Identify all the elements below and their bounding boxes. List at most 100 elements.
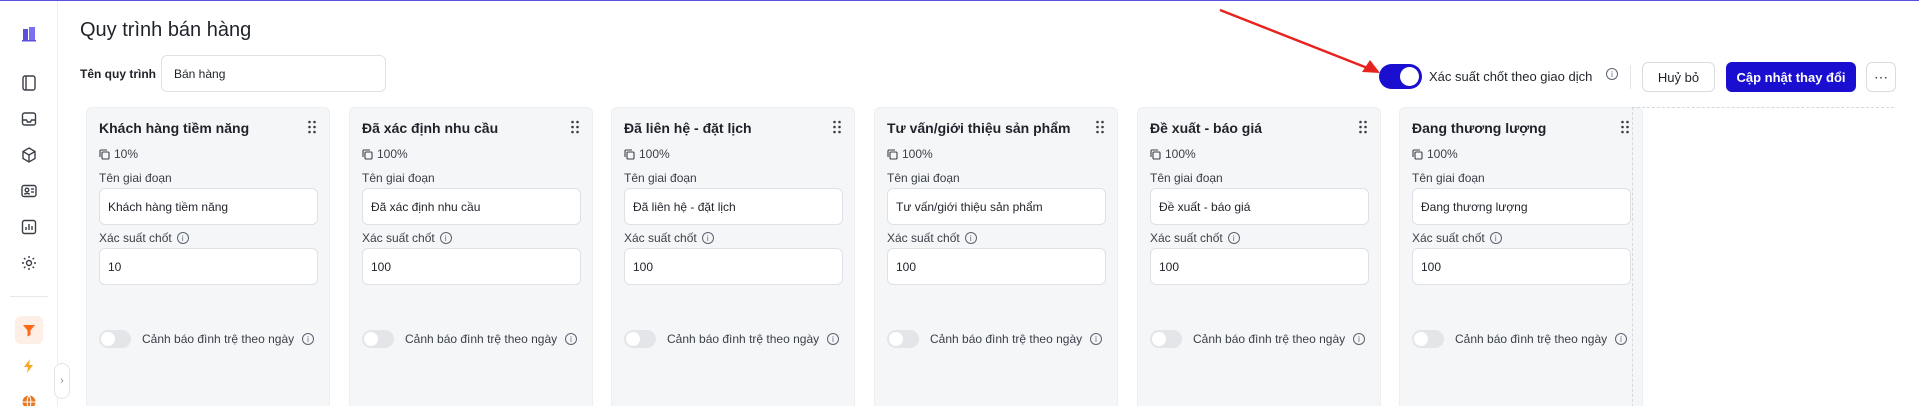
- info-icon[interactable]: i: [827, 333, 839, 345]
- stagnation-warning-toggle[interactable]: [1150, 330, 1182, 348]
- copy-icon: [99, 148, 110, 160]
- stage-name-label: Tên giai đoạn: [1412, 171, 1485, 185]
- stage-percent-value: 100%: [377, 147, 408, 161]
- stage-title: Đề xuất - báo giá: [1150, 120, 1263, 136]
- info-icon[interactable]: i: [302, 333, 314, 345]
- stage-percent: 100%: [887, 147, 933, 161]
- stagnation-warning-toggle[interactable]: [887, 330, 919, 348]
- sidebar-expand-button[interactable]: ›: [54, 363, 70, 399]
- copy-icon: [1412, 148, 1423, 160]
- stage-probability-input[interactable]: 10: [99, 248, 318, 285]
- sidebar-divider: [10, 296, 48, 297]
- stagnation-warning-toggle[interactable]: [362, 330, 394, 348]
- info-icon[interactable]: i: [439, 232, 452, 244]
- header-divider: [1630, 65, 1631, 89]
- copy-icon: [624, 148, 635, 160]
- drag-handle-icon[interactable]: [570, 120, 580, 134]
- stage-title: Đã xác định nhu cầu: [362, 120, 499, 136]
- info-icon[interactable]: i: [1489, 232, 1502, 244]
- info-icon[interactable]: i: [176, 232, 189, 244]
- process-name-input[interactable]: Bán hàng: [161, 55, 386, 92]
- stage-percent-value: 100%: [639, 147, 670, 161]
- stage-percent: 100%: [1150, 147, 1196, 161]
- stage-percent: 100%: [1412, 147, 1458, 161]
- info-icon[interactable]: i: [1615, 333, 1627, 345]
- stage-name-input[interactable]: Đề xuất - báo giá: [1150, 188, 1369, 225]
- stage-probability-label: Xác suất chốt i: [1150, 231, 1240, 245]
- stage-probability-input[interactable]: 100: [362, 248, 581, 285]
- stage-percent: 10%: [99, 147, 138, 161]
- book-icon[interactable]: [15, 69, 43, 97]
- stage-probability-input[interactable]: 100: [1412, 248, 1631, 285]
- stage-name-input[interactable]: Đã liên hệ - đặt lịch: [624, 188, 843, 225]
- stage-column: Tư vấn/giới thiệu sản phẩm 100% Tên giai…: [874, 107, 1118, 406]
- probability-by-deal-label: Xác suất chốt theo giao dịch: [1429, 69, 1593, 84]
- probability-by-deal-toggle[interactable]: [1379, 64, 1422, 89]
- stagnation-warning-toggle[interactable]: [624, 330, 656, 348]
- gear-icon[interactable]: [15, 249, 43, 277]
- stage-name-input[interactable]: Đã xác định nhu cầu: [362, 188, 581, 225]
- stage-probability-input[interactable]: 100: [1150, 248, 1369, 285]
- stage-column: Khách hàng tiềm năng 10% Tên giai đoạn K…: [86, 107, 330, 406]
- stage-name-label: Tên giai đoạn: [99, 171, 172, 185]
- toggle-knob: [364, 332, 378, 346]
- copy-icon: [362, 148, 373, 160]
- stage-column: Đã liên hệ - đặt lịch 100% Tên giai đoạn…: [611, 107, 855, 406]
- stage-column: Đã xác định nhu cầu 100% Tên giai đoạn Đ…: [349, 107, 593, 406]
- stage-name-label: Tên giai đoạn: [624, 171, 697, 185]
- stage-name-input[interactable]: Tư vấn/giới thiệu sản phẩm: [887, 188, 1106, 225]
- stage-probability-label: Xác suất chốt i: [624, 231, 714, 245]
- info-icon[interactable]: i: [565, 333, 577, 345]
- stagnation-warning-label: Cảnh báo đình trệ theo ngày: [667, 332, 820, 346]
- cube-icon[interactable]: [15, 141, 43, 169]
- contact-card-icon[interactable]: [15, 177, 43, 205]
- building-icon[interactable]: [15, 20, 43, 48]
- info-icon[interactable]: i: [1227, 232, 1240, 244]
- stagnation-warning-label: Cảnh báo đình trệ theo ngày: [1455, 332, 1608, 346]
- stagnation-warning-label: Cảnh báo đình trệ theo ngày: [930, 332, 1083, 346]
- add-stage-area[interactable]: [1632, 107, 1894, 406]
- toggle-knob: [1152, 332, 1166, 346]
- copy-icon: [887, 148, 898, 160]
- stage-name-input[interactable]: Khách hàng tiềm năng: [99, 188, 318, 225]
- stagnation-warning-label: Cảnh báo đình trệ theo ngày: [405, 332, 558, 346]
- more-options-button[interactable]: ⋯: [1866, 62, 1896, 92]
- stage-probability-input[interactable]: 100: [624, 248, 843, 285]
- inbox-icon[interactable]: [15, 105, 43, 133]
- drag-handle-icon[interactable]: [1358, 120, 1368, 134]
- info-icon[interactable]: i: [1353, 333, 1365, 345]
- info-icon[interactable]: i: [1606, 68, 1618, 80]
- toggle-knob: [1414, 332, 1428, 346]
- info-icon[interactable]: i: [701, 232, 714, 244]
- stagnation-warning-toggle[interactable]: [99, 330, 131, 348]
- stage-percent-value: 100%: [1427, 147, 1458, 161]
- toggle-knob: [889, 332, 903, 346]
- stage-probability-label: Xác suất chốt i: [99, 231, 189, 245]
- globe-icon[interactable]: [15, 388, 43, 406]
- stage-percent-value: 100%: [1165, 147, 1196, 161]
- info-icon[interactable]: i: [964, 232, 977, 244]
- stage-probability-label: Xác suất chốt i: [1412, 231, 1502, 245]
- top-accent-line: [0, 0, 1919, 1]
- page-title: Quy trình bán hàng: [80, 19, 252, 41]
- cancel-button[interactable]: Huỷ bỏ: [1642, 62, 1715, 92]
- drag-handle-icon[interactable]: [832, 120, 842, 134]
- bar-chart-icon[interactable]: [15, 213, 43, 241]
- stage-probability-label: Xác suất chốt i: [887, 231, 977, 245]
- stage-name-input[interactable]: Đang thương lượng: [1412, 188, 1631, 225]
- stage-probability-input[interactable]: 100: [887, 248, 1106, 285]
- toggle-knob: [626, 332, 640, 346]
- update-changes-button[interactable]: Cập nhật thay đổi: [1726, 62, 1856, 92]
- stage-name-label: Tên giai đoạn: [1150, 171, 1223, 185]
- drag-handle-icon[interactable]: [1095, 120, 1105, 134]
- stagnation-warning-toggle[interactable]: [1412, 330, 1444, 348]
- stage-title: Đã liên hệ - đặt lịch: [624, 120, 752, 136]
- stage-percent: 100%: [362, 147, 408, 161]
- info-icon[interactable]: i: [1090, 333, 1102, 345]
- stage-name-label: Tên giai đoạn: [362, 171, 435, 185]
- drag-handle-icon[interactable]: [307, 120, 317, 134]
- drag-handle-icon[interactable]: [1620, 120, 1630, 134]
- funnel-icon[interactable]: [15, 316, 43, 344]
- lightning-icon[interactable]: [15, 352, 43, 380]
- toggle-knob: [1400, 67, 1419, 86]
